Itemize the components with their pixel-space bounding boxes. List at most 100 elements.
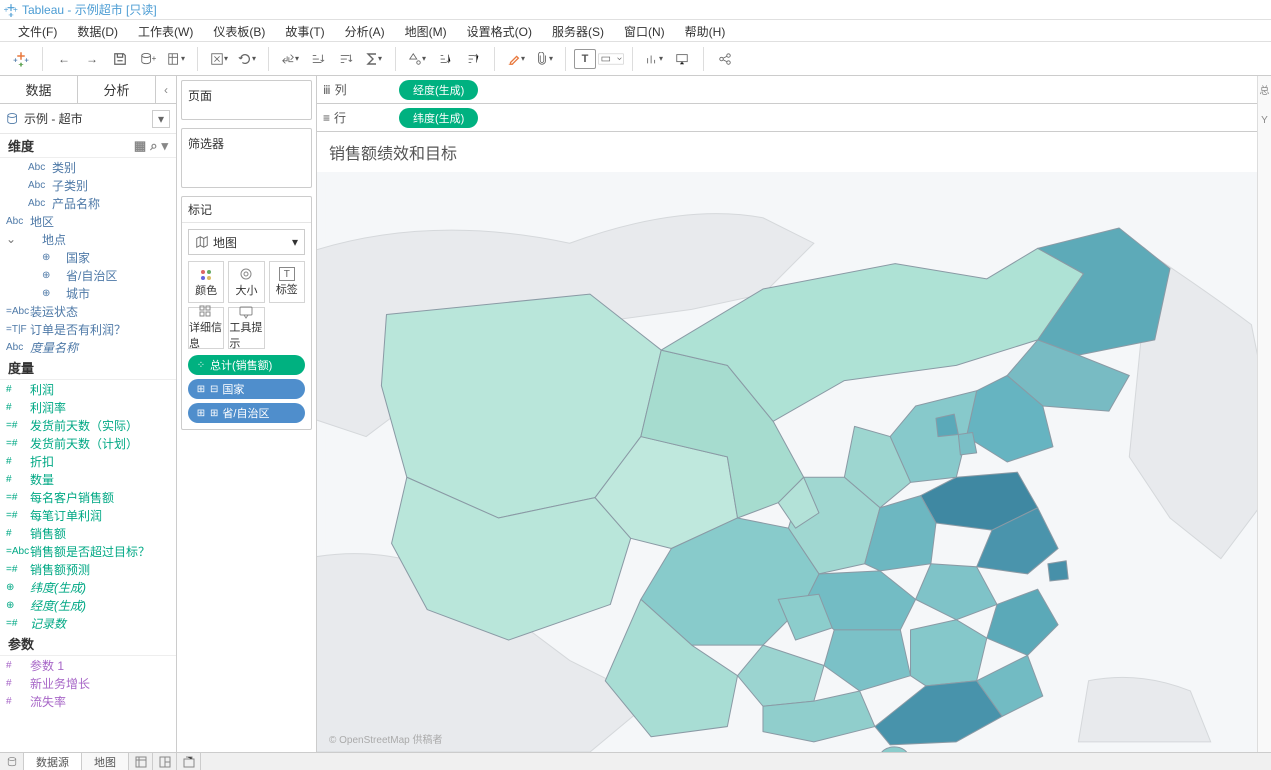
field-item[interactable]: =#记录数 [0, 614, 176, 632]
menu-file[interactable]: 文件(F) [8, 20, 67, 41]
marks-tooltip[interactable]: 工具提示 [228, 307, 264, 349]
clear-icon[interactable]: ▾ [206, 46, 232, 72]
field-item[interactable]: ⊕国家 [0, 248, 176, 266]
field-item[interactable]: =#发货前天数（计划） [0, 434, 176, 452]
menu-map[interactable]: 地图(M) [395, 20, 457, 41]
sort-asc-icon[interactable] [305, 46, 331, 72]
detail-icon: ⊞ [196, 384, 206, 394]
viz-title[interactable]: 销售额绩效和目标 [317, 132, 1270, 172]
sort-icon[interactable] [432, 46, 458, 72]
field-item[interactable]: Abc类别 [0, 158, 176, 176]
sheet-tab[interactable]: 地图 [82, 753, 129, 770]
datasource-tab[interactable]: 数据源 [24, 753, 82, 770]
group-icon[interactable]: ▾ [404, 46, 430, 72]
datasource-tab-icon[interactable] [0, 753, 24, 770]
menu-server[interactable]: 服务器(S) [542, 20, 614, 41]
marks-pill-province[interactable]: ⊞⊞省/自治区 [188, 403, 305, 423]
pages-shelf[interactable]: 页面 [181, 80, 312, 120]
marks-pill-country[interactable]: ⊞⊟国家 [188, 379, 305, 399]
marks-type-selector[interactable]: 地图 ▾ [188, 229, 305, 255]
menu-analysis[interactable]: 分析(A) [335, 20, 395, 41]
label-icon[interactable]: T [574, 49, 596, 69]
field-item[interactable]: =Abc销售额是否超过目标？ [0, 542, 176, 560]
panel-collapse-icon[interactable]: ‹ [156, 76, 176, 103]
field-item[interactable]: Abc产品名称 [0, 194, 176, 212]
tab-data[interactable]: 数据 [0, 76, 78, 103]
menu-worksheet[interactable]: 工作表(W) [128, 20, 203, 41]
menu-format[interactable]: 设置格式(O) [457, 20, 542, 41]
refresh-icon[interactable]: ▾ [234, 46, 260, 72]
field-item[interactable]: #利润 [0, 380, 176, 398]
field-item[interactable]: #参数 1 [0, 656, 176, 674]
search-icon[interactable]: ⌕ [150, 138, 157, 154]
field-item[interactable]: =#发货前天数（实际） [0, 416, 176, 434]
field-item[interactable]: ⊕省/自治区 [0, 266, 176, 284]
showme-icon[interactable]: ▾ [641, 46, 667, 72]
redo-icon[interactable]: → [79, 46, 105, 72]
totals-icon[interactable]: ▾ [361, 46, 387, 72]
columns-pill[interactable]: 经度(生成) [399, 80, 478, 100]
map-view[interactable]: © OpenStreetMap 供稿者 [317, 172, 1270, 752]
new-sheet-icon[interactable]: ▾ [163, 46, 189, 72]
dimensions-header: 维度 ▦ ⌕ ▾ [0, 134, 176, 158]
menu-data[interactable]: 数据(D) [67, 20, 128, 41]
datasource-dropdown-icon[interactable]: ▾ [152, 110, 170, 128]
field-item[interactable]: =#每名客户销售额 [0, 488, 176, 506]
swap-icon[interactable]: ▾ [277, 46, 303, 72]
marks-label[interactable]: T标签 [269, 261, 305, 303]
field-item[interactable]: #新业务增长 [0, 674, 176, 692]
field-item[interactable]: #流失率 [0, 692, 176, 710]
rows-shelf[interactable]: ≡行 纬度(生成) [317, 104, 1271, 132]
field-item[interactable]: #数量 [0, 470, 176, 488]
expand-icon[interactable]: ⊞ [210, 408, 218, 419]
field-item[interactable]: Abc子类别 [0, 176, 176, 194]
filters-shelf[interactable]: 筛选器 [181, 128, 312, 188]
marks-pill-sales[interactable]: ⁘总计(销售额) [188, 355, 305, 375]
field-item[interactable]: Abc地区 [0, 212, 176, 230]
marks-size[interactable]: 大小 [228, 261, 264, 303]
field-item[interactable]: =Abc装运状态 [0, 302, 176, 320]
menu-help[interactable]: 帮助(H) [675, 20, 736, 41]
field-item[interactable]: =#每笔订单利润 [0, 506, 176, 524]
presentation-icon[interactable] [669, 46, 695, 72]
window-title-bar: Tableau - 示例超市 [只读] [0, 0, 1271, 20]
sort2-icon[interactable] [460, 46, 486, 72]
new-dashboard-icon[interactable] [153, 753, 177, 770]
legend-sidebar[interactable]: 总 Y [1257, 76, 1271, 752]
field-item[interactable]: =T|F订单是否有利润？ [0, 320, 176, 338]
field-item[interactable]: ⊕经度(生成) [0, 596, 176, 614]
fit-dropdown-icon[interactable] [598, 46, 624, 72]
field-item[interactable]: =#销售额预测 [0, 560, 176, 578]
highlight-icon[interactable]: ▾ [503, 46, 529, 72]
view-icon[interactable]: ▦ [134, 138, 146, 154]
tableau-icon[interactable] [8, 46, 34, 72]
save-icon[interactable] [107, 46, 133, 72]
province-beijing[interactable] [936, 414, 958, 436]
menu-window[interactable]: 窗口(N) [614, 20, 675, 41]
field-item[interactable]: ⊕城市 [0, 284, 176, 302]
marks-detail[interactable]: 详细信息 [188, 307, 224, 349]
field-item[interactable]: ⌄地点 [0, 230, 176, 248]
province-shanghai[interactable] [1048, 561, 1068, 581]
sort-desc-icon[interactable] [333, 46, 359, 72]
menu-icon[interactable]: ▾ [161, 138, 168, 154]
marks-color[interactable]: 颜色 [188, 261, 224, 303]
datasource-selector[interactable]: 示例 - 超市 ▾ [0, 104, 176, 134]
new-story-icon[interactable] [177, 753, 201, 770]
new-datasource-icon[interactable]: + [135, 46, 161, 72]
field-item[interactable]: #利润率 [0, 398, 176, 416]
menu-dashboard[interactable]: 仪表板(B) [203, 20, 275, 41]
menu-story[interactable]: 故事(T) [275, 20, 334, 41]
new-worksheet-icon[interactable] [129, 753, 153, 770]
tab-analytics[interactable]: 分析 [78, 76, 156, 103]
field-item[interactable]: Abc度量名称 [0, 338, 176, 356]
rows-pill[interactable]: 纬度(生成) [399, 108, 478, 128]
undo-icon[interactable]: ← [51, 46, 77, 72]
attach-icon[interactable]: ▾ [531, 46, 557, 72]
collapse-icon[interactable]: ⊟ [210, 384, 218, 395]
field-item[interactable]: #销售额 [0, 524, 176, 542]
columns-shelf[interactable]: ⅲ列 经度(生成) [317, 76, 1271, 104]
field-item[interactable]: ⊕纬度(生成) [0, 578, 176, 596]
share-icon[interactable] [712, 46, 738, 72]
field-item[interactable]: #折扣 [0, 452, 176, 470]
